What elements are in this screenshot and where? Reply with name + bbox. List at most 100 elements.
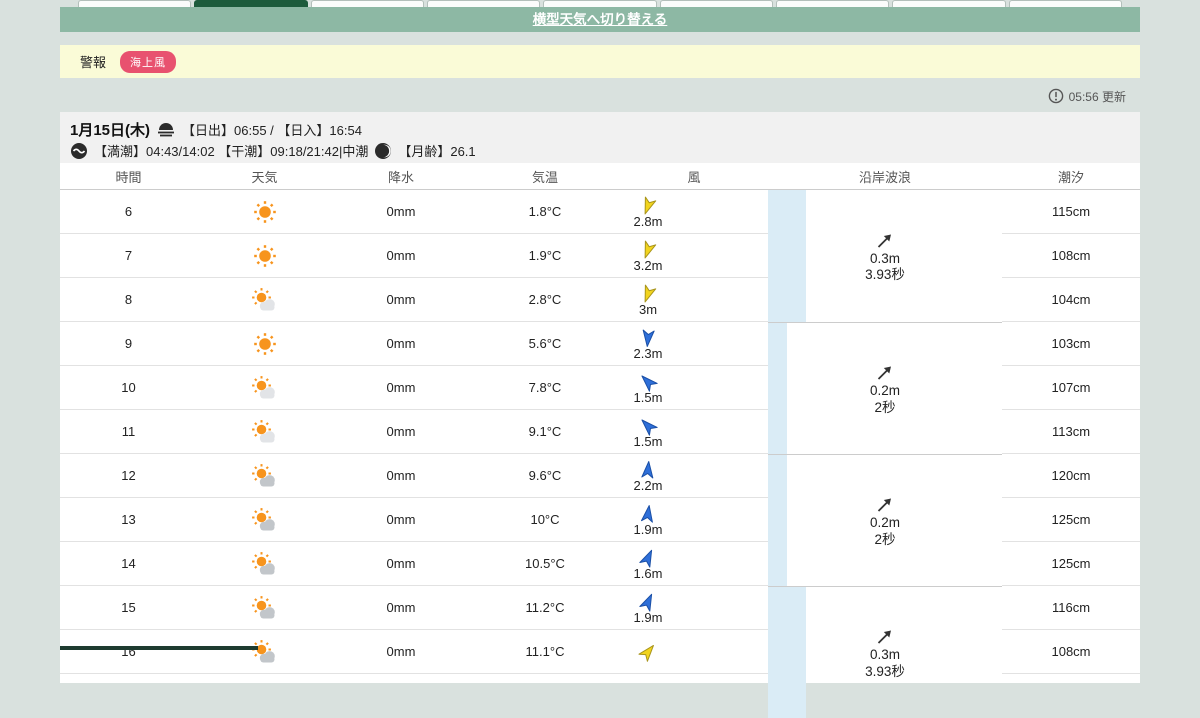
tide-column: 115cm 108cm 104cm 103cm 107cm 113cm 120cm 125cm… (1002, 190, 1140, 674)
coastal-wave-column: 0.3m 3.93秒 0.2m 2秒 0.2m 2秒 0.3m 3.93秒 (768, 190, 1002, 718)
wave-group-cell: 0.2m 2秒 (768, 454, 1002, 586)
table-body: 6 0mm 1.8°C 2.8m 7 0mm 1.9°C 3.2m 8 0mm 2.8°C 3m 9 0m… (60, 190, 1140, 718)
table-row: 15 0mm 11.2°C 1.9m (60, 586, 768, 630)
wind-direction-arrow-icon (638, 592, 658, 612)
tide-cell: 107cm (1002, 366, 1140, 410)
sun-cloud-light-icon (251, 287, 279, 313)
table-row: 9 0mm 5.6°C 2.3m (60, 322, 768, 366)
nav-tab-6[interactable] (775, 0, 890, 7)
table-row: 11 0mm 9.1°C 1.5m (60, 410, 768, 454)
wind-cell: 2.3m (628, 328, 668, 360)
warning-label: 警報 (80, 55, 107, 70)
nav-tab-1[interactable] (194, 0, 308, 7)
wind-speed-label: 2.3m (633, 345, 663, 361)
column-header: 降水 (387, 169, 414, 185)
precipitation-cell: 0mm (386, 336, 416, 351)
warning-badge-sea-wind[interactable]: 海上風 (120, 50, 177, 73)
top-tab-strip[interactable] (78, 0, 1122, 7)
tide-cell: 116cm (1002, 586, 1140, 630)
nav-tab-2[interactable] (310, 0, 424, 7)
wind-speed-label: 1.5m (633, 389, 663, 405)
table-row: 13 0mm 10°C 1.9m (60, 498, 768, 542)
nav-tab-0[interactable] (78, 0, 192, 7)
wave-height-bar (768, 587, 806, 718)
hour-cell: 15 (121, 600, 136, 615)
switch-layout-link[interactable]: 横型天気へ切り替える (533, 12, 668, 27)
wind-cell: 3m (628, 284, 668, 316)
wind-cell: 1.5m (628, 372, 668, 404)
wind-cell: 2.2m (628, 460, 668, 492)
temperature-cell: 10°C (530, 512, 560, 527)
tide-times-label: 【満潮】04:43/14:02 【干潮】09:18/21:42|中潮 (94, 144, 369, 159)
wind-cell: 3.2m (628, 240, 668, 272)
tide-cell: 103cm (1002, 322, 1140, 366)
table-row: 8 0mm 2.8°C 3m (60, 278, 768, 322)
wave-direction-arrow-icon (874, 625, 896, 647)
wind-cell: 1.6m (628, 548, 668, 580)
precipitation-cell: 0mm (386, 468, 416, 483)
wave-height-bar (768, 455, 787, 586)
wind-direction-arrow-icon (638, 642, 658, 662)
tide-cell: 104cm (1002, 278, 1140, 322)
hour-cell: 8 (124, 292, 133, 307)
wind-direction-arrow-icon (638, 548, 658, 568)
sunrise-icon (156, 122, 176, 138)
precipitation-cell: 0mm (386, 380, 416, 395)
wave-group-cell: 0.3m 3.93秒 (768, 586, 1002, 718)
sun-cloud-light-icon (251, 375, 279, 401)
date-label: 1月15日(木) (70, 122, 151, 139)
tide-cell: 115cm (1002, 190, 1140, 234)
sun-cloud-gray-icon (251, 463, 279, 489)
wave-height-label: 0.2m (869, 515, 900, 531)
tide-cell: 125cm (1002, 498, 1140, 542)
sun-icon (252, 199, 278, 225)
sun-icon (252, 331, 278, 357)
sun-cloud-gray-icon (251, 507, 279, 533)
temperature-cell: 9.1°C (528, 424, 562, 439)
nav-tab-4[interactable] (543, 0, 657, 7)
wind-direction-arrow-icon (638, 416, 658, 436)
wave-height-label: 0.2m (869, 383, 900, 399)
tide-cell: 108cm (1002, 630, 1140, 674)
wave-period-label: 2秒 (874, 531, 896, 547)
tide-cell: 113cm (1002, 410, 1140, 454)
table-header-row: 時間 天気 降水 気温 風 沿岸波浪 潮汐 (60, 163, 1140, 190)
wind-direction-arrow-icon (638, 196, 658, 216)
sun-cloud-gray-icon (251, 551, 279, 577)
alert-circle-icon (1048, 88, 1064, 104)
table-row: 16 0mm 11.1°C (60, 630, 768, 674)
wind-speed-label: 3.2m (633, 257, 663, 273)
nav-tab-5[interactable] (659, 0, 773, 7)
temperature-cell: 1.8°C (528, 204, 562, 219)
wind-speed-label: 2.8m (633, 213, 663, 229)
hour-cell: 14 (121, 556, 136, 571)
precipitation-cell: 0mm (386, 512, 416, 527)
table-row: 14 0mm 10.5°C 1.6m (60, 542, 768, 586)
wind-direction-arrow-icon (638, 240, 658, 260)
precipitation-cell: 0mm (386, 248, 416, 263)
temperature-cell: 10.5°C (525, 556, 565, 571)
column-header: 潮汐 (1057, 169, 1084, 185)
temperature-cell: 11.1°C (525, 644, 565, 659)
layout-switch-bar: 横型天気へ切り替える (60, 7, 1140, 32)
nav-tab-3[interactable] (426, 0, 541, 7)
sun-cloud-gray-icon (251, 639, 279, 665)
hour-cell: 13 (121, 512, 136, 527)
wave-height-label: 0.3m (869, 250, 900, 266)
wind-cell: 1.5m (628, 416, 668, 448)
wave-period-label: 3.93秒 (865, 663, 905, 679)
nav-tab-8[interactable] (1008, 0, 1122, 7)
precipitation-cell: 0mm (386, 600, 416, 615)
hour-cell: 6 (124, 204, 133, 219)
wave-group-cell: 0.2m 2秒 (768, 322, 1002, 454)
hour-cell: 9 (124, 336, 133, 351)
wave-height-bar (768, 323, 787, 454)
precipitation-cell: 0mm (386, 644, 416, 659)
hour-cell: 11 (121, 424, 136, 439)
wind-speed-label: 1.9m (633, 609, 663, 625)
column-header: 沿岸波浪 (858, 169, 911, 185)
wave-direction-arrow-icon (874, 361, 896, 383)
precipitation-cell: 0mm (386, 424, 416, 439)
column-header: 時間 (115, 169, 142, 185)
nav-tab-7[interactable] (892, 0, 1006, 7)
